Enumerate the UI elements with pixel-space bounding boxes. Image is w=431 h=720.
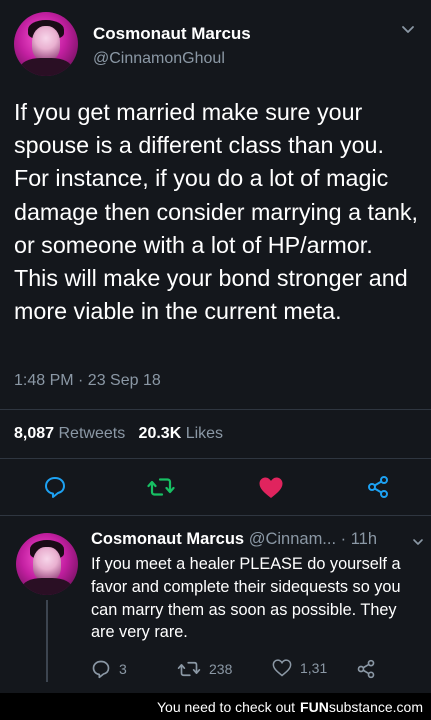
reply-text: If you meet a healer PLEASE do yourself … (91, 555, 401, 642)
tweet-timestamp[interactable]: 1:48 PM · 23 Sep 18 (14, 372, 161, 390)
likes-count[interactable]: 20.3K (139, 425, 182, 442)
share-icon (357, 659, 375, 679)
tweet-stats: 8,087 Retweets 20.3K Likes (14, 425, 223, 443)
divider (0, 409, 431, 410)
share-button[interactable] (356, 659, 384, 679)
divider (0, 458, 431, 459)
reply-button[interactable]: 3 (91, 659, 127, 679)
reply-header: Cosmonaut Marcus @Cinnam... · 11h (91, 530, 377, 549)
reply-time[interactable]: · 11h (341, 530, 377, 548)
reply-author-avatar[interactable] (16, 533, 78, 595)
tweet-text: If you get married make sure your spouse… (14, 99, 419, 325)
retweet-count: 238 (209, 661, 233, 677)
retweets-label[interactable]: Retweets (59, 425, 126, 442)
heart-icon (272, 659, 292, 677)
like-button[interactable]: 1,31 (272, 659, 327, 677)
share-icon[interactable] (366, 475, 390, 499)
watermark-banner: You need to check out FUNsubstance.com (0, 693, 431, 720)
author-avatar[interactable] (14, 12, 78, 76)
heart-icon[interactable] (258, 476, 284, 500)
reply-author-name[interactable]: Cosmonaut Marcus (91, 530, 244, 548)
retweet-button[interactable]: 238 (177, 659, 232, 679)
divider (0, 515, 431, 516)
chevron-down-icon[interactable] (400, 22, 416, 38)
author-name[interactable]: Cosmonaut Marcus (93, 24, 251, 44)
reply-icon[interactable] (43, 475, 67, 499)
reply-icon (92, 660, 110, 679)
like-count: 1,31 (300, 660, 328, 676)
reply-author-handle[interactable]: @Cinnam... (249, 530, 336, 548)
author-handle[interactable]: @CinnamonGhoul (93, 50, 225, 68)
watermark-text: You need to check out (157, 698, 296, 715)
thread-line (46, 600, 48, 682)
likes-label[interactable]: Likes (186, 425, 223, 442)
watermark-logo: FUNsubstance.com (300, 698, 423, 715)
reply-count: 3 (119, 661, 127, 677)
retweets-count[interactable]: 8,087 (14, 425, 54, 442)
retweet-icon (177, 661, 201, 677)
chevron-down-icon[interactable] (411, 535, 425, 549)
retweet-icon[interactable] (147, 475, 175, 499)
